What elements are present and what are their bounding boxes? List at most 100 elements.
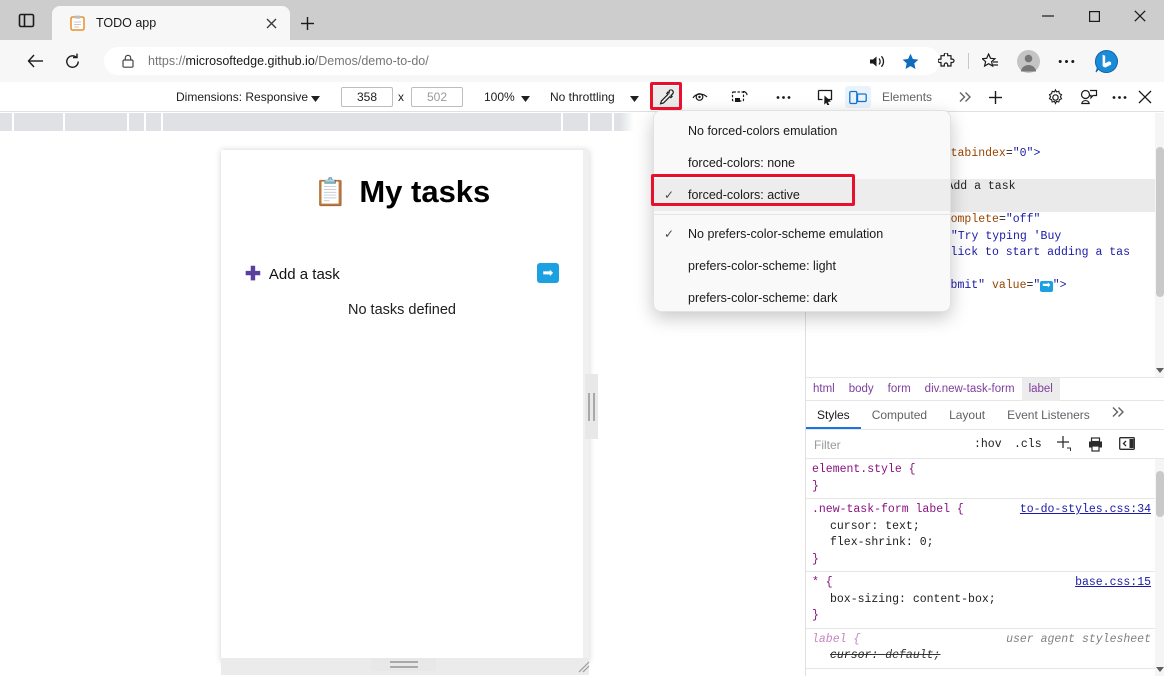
breadcrumb-item-label[interactable]: label [1021, 377, 1060, 401]
empty-state-message: No tasks defined [347, 302, 456, 318]
chevron-down-icon[interactable] [1156, 664, 1164, 674]
address-bar[interactable]: https://microsoftedge.github.io/Demos/de… [104, 47, 940, 75]
chevron-down-icon[interactable] [1156, 365, 1164, 375]
breadcrumb-item-div-new-task-form[interactable]: div.new-task-form [918, 378, 1022, 401]
browser-tab[interactable]: TODO app [52, 6, 290, 40]
gear-icon[interactable] [1042, 86, 1068, 108]
rule-close-brace: } [812, 479, 819, 493]
style-rule[interactable]: element.style {} [806, 459, 1164, 499]
maximize-icon[interactable] [1071, 0, 1117, 32]
menu-item-forced-colors-none[interactable]: forced-colors: none [654, 147, 950, 179]
breadcrumb-item-body[interactable]: body [842, 378, 881, 401]
minimize-icon[interactable] [1025, 0, 1071, 32]
reload-icon[interactable] [58, 47, 86, 75]
close-icon[interactable] [260, 12, 282, 34]
class-editor-button[interactable]: .cls [1014, 438, 1042, 451]
chevron-double-right-icon[interactable] [952, 86, 978, 108]
style-declaration[interactable]: box-sizing: content-box; [812, 592, 1159, 609]
chevron-down-icon[interactable] [630, 91, 639, 105]
declaration-value[interactable]: content-box; [913, 593, 996, 606]
print-media-icon[interactable] [1088, 437, 1103, 457]
close-icon[interactable] [1117, 0, 1163, 32]
styles-rules-list[interactable]: element.style {} .new-task-form label {to… [806, 459, 1164, 676]
style-declaration[interactable]: cursor: text; [812, 519, 1159, 536]
declaration-value[interactable]: 0; [920, 536, 934, 549]
collections-icon[interactable] [976, 47, 1004, 75]
clipboard-icon: 📋 [313, 176, 348, 207]
close-icon[interactable] [1132, 86, 1158, 108]
zoom-level-label[interactable]: 100% [484, 90, 515, 104]
dom-tree-scrollbar[interactable] [1155, 113, 1164, 377]
ellipsis-icon[interactable] [770, 86, 796, 108]
dimensions-label[interactable]: Dimensions: Responsive [176, 90, 308, 104]
tab-elements[interactable]: Elements [882, 90, 932, 104]
breadcrumb[interactable]: html body form div.new-task-form label [806, 377, 1164, 401]
menu-item-prefers-color-scheme-dark[interactable]: prefers-color-scheme: dark [654, 282, 950, 314]
tab-search-icon[interactable] [12, 8, 40, 32]
back-arrow-icon[interactable] [22, 47, 50, 75]
style-rule[interactable]: label {user agent stylesheet cursor: defa… [806, 629, 1164, 669]
viewport-ruler[interactable] [0, 113, 634, 131]
viewport-width-input[interactable]: 358 [341, 87, 393, 107]
media-emulation-menu[interactable]: No forced-colors emulation forced-colors:… [653, 110, 951, 312]
declaration-value[interactable]: default; [885, 649, 940, 662]
chevron-double-right-icon[interactable] [1101, 402, 1135, 429]
read-aloud-icon[interactable] [862, 47, 890, 75]
style-rule[interactable]: .new-task-form label {to-do-styles.css:3… [806, 499, 1164, 572]
ruler-segment [563, 113, 588, 131]
menu-item-prefers-color-scheme-light[interactable]: prefers-color-scheme: light [654, 250, 950, 282]
style-rule[interactable]: * {base.css:15 box-sizing: content-box;} [806, 572, 1164, 629]
tab-layout[interactable]: Layout [938, 402, 996, 429]
menu-item-no-forced-colors-emulation[interactable]: No forced-colors emulation [654, 115, 950, 147]
resize-corner-grip[interactable] [577, 660, 591, 674]
rule-source-link[interactable]: base.css:15 [1075, 575, 1151, 592]
toggle-sidebar-icon[interactable] [1119, 437, 1135, 455]
code-token: "0" [1012, 147, 1034, 160]
menu-item-forced-colors-active[interactable]: ✓ forced-colors: active [654, 179, 950, 211]
styles-scrollbar[interactable] [1155, 459, 1164, 676]
hover-state-button[interactable]: :hov [974, 438, 1002, 451]
ellipsis-icon[interactable] [1106, 86, 1132, 108]
copilot-bing-icon[interactable] [1092, 47, 1120, 75]
scrollbar-thumb[interactable] [1156, 471, 1164, 517]
add-panel-button[interactable] [982, 86, 1008, 108]
chevron-down-icon[interactable] [311, 91, 320, 105]
breadcrumb-item-form[interactable]: form [881, 378, 918, 401]
filter-input[interactable]: Filter [814, 438, 962, 452]
profile-avatar-icon[interactable] [1014, 47, 1042, 75]
eyedropper-icon[interactable] [653, 86, 679, 108]
declaration-value[interactable]: text; [885, 520, 920, 533]
add-task-form[interactable]: ✚ Add a task ➡ [245, 262, 559, 286]
rule-selector[interactable]: element.style { [812, 462, 1159, 479]
device-toolbar-icon[interactable] [845, 86, 871, 108]
throttling-label[interactable]: No throttling [550, 90, 615, 104]
cast-icon[interactable] [727, 86, 753, 108]
style-declaration[interactable]: cursor: default; [812, 648, 1159, 665]
eye-icon[interactable] [688, 86, 714, 108]
plus-icon[interactable] [1055, 434, 1072, 456]
add-task-label[interactable]: Add a task [269, 266, 340, 283]
code-token: "Try typing 'Buy [950, 229, 1062, 243]
browser-nav-bar: https://microsoftedge.github.io/Demos/de… [0, 40, 1164, 82]
star-filled-icon[interactable] [896, 47, 924, 75]
ellipsis-icon[interactable] [1052, 47, 1080, 75]
chevron-down-icon[interactable] [521, 91, 530, 105]
tab-computed[interactable]: Computed [861, 402, 938, 429]
breadcrumb-item-html[interactable]: html [806, 378, 842, 401]
viewport-height-input[interactable]: 502 [411, 87, 463, 107]
scrollbar-thumb[interactable] [1156, 147, 1164, 297]
resize-handle-right[interactable] [585, 374, 598, 439]
style-declaration[interactable]: flex-shrink: 0; [812, 535, 1159, 552]
customize-devtools-icon[interactable] [1076, 86, 1102, 108]
rule-source-link[interactable]: to-do-styles.css:34 [1020, 502, 1151, 519]
tab-styles[interactable]: Styles [806, 402, 861, 429]
submit-arrow-button[interactable]: ➡ [537, 263, 559, 283]
tab-event-listeners[interactable]: Event Listeners [996, 402, 1101, 429]
resize-handle-bottom[interactable] [371, 658, 436, 671]
inspect-element-icon[interactable] [812, 86, 838, 108]
extensions-puzzle-icon[interactable] [932, 47, 960, 75]
dimension-separator: x [398, 90, 404, 104]
new-tab-button[interactable] [294, 11, 320, 35]
styles-panel-tabs[interactable]: Styles Computed Layout Event Listeners [806, 402, 1164, 430]
menu-item-no-prefers-color-scheme-emulation[interactable]: ✓ No prefers-color-scheme emulation [654, 218, 950, 250]
